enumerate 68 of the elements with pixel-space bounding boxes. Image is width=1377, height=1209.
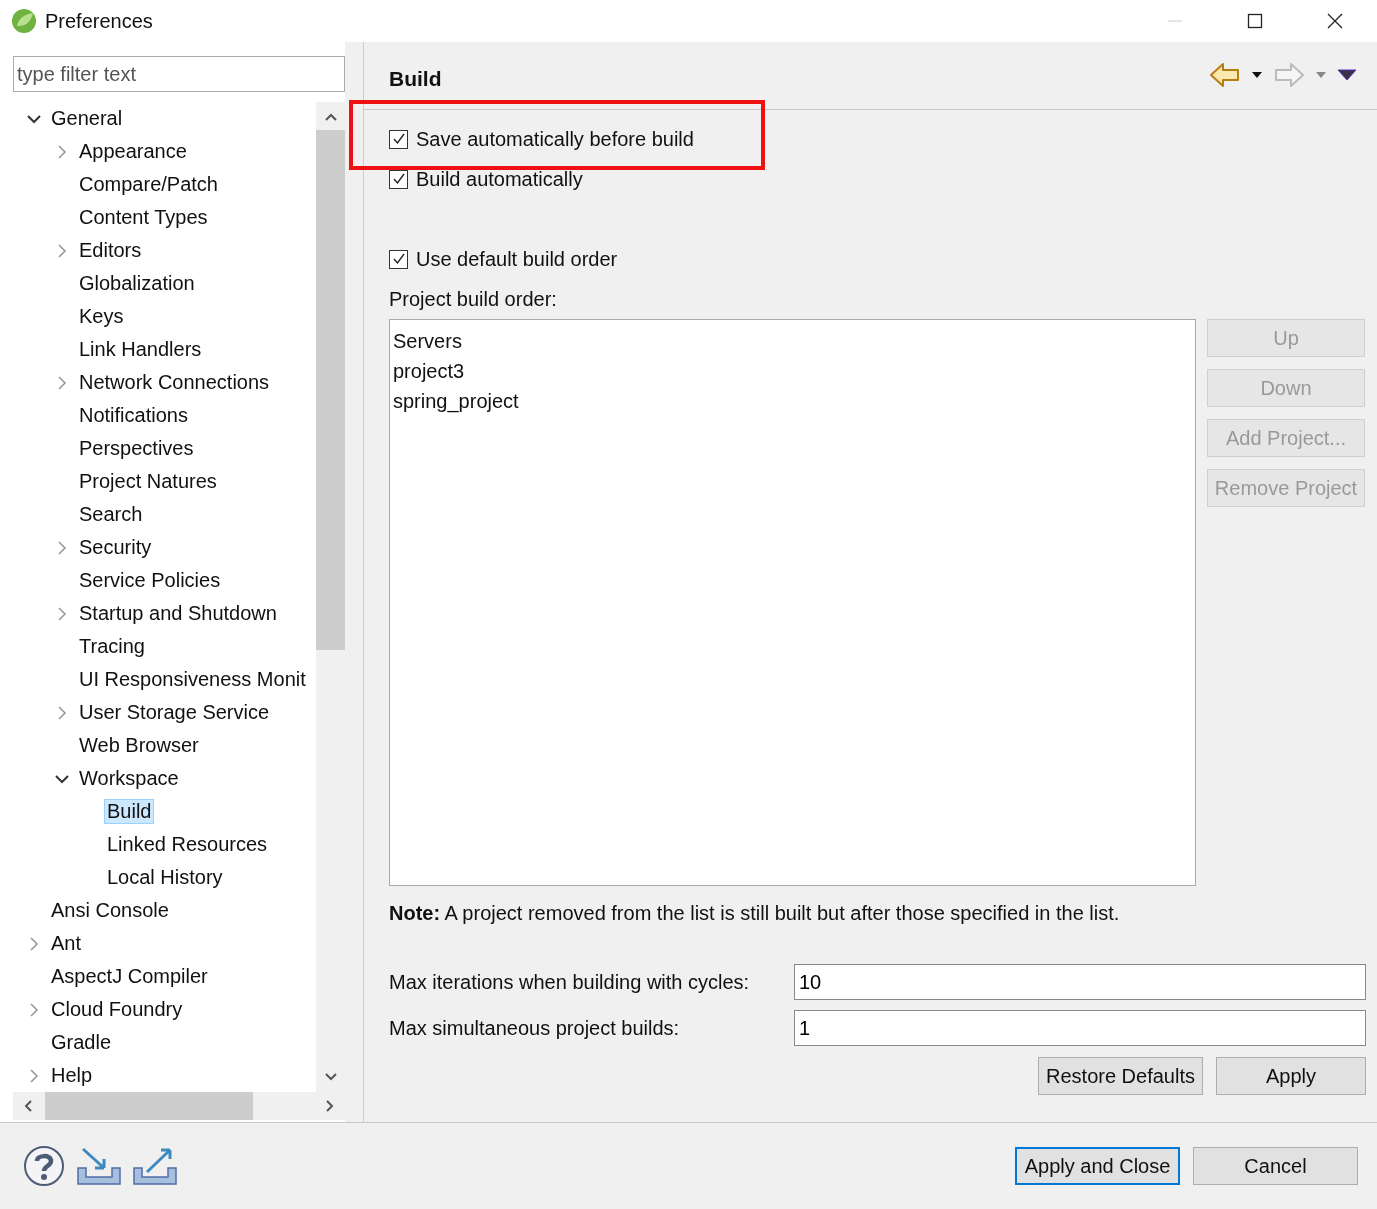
- tree-item[interactable]: Notifications: [76, 403, 191, 428]
- leaf-logo-icon: [11, 8, 37, 34]
- page-title: Build: [389, 66, 442, 91]
- page-button[interactable]: Restore Defaults: [1038, 1057, 1203, 1095]
- horizontal-scrollbar[interactable]: [13, 1092, 345, 1120]
- tree-item[interactable]: Ant: [48, 931, 85, 956]
- tree-item[interactable]: Link Handlers: [76, 337, 205, 362]
- tree-item[interactable]: General: [48, 106, 126, 131]
- tree-item[interactable]: Keys: [76, 304, 127, 329]
- tree-item[interactable]: Service Policies: [76, 568, 224, 593]
- number-field[interactable]: 10: [794, 964, 1366, 1000]
- checkbox[interactable]: [389, 249, 408, 269]
- scroll-down-icon[interactable]: [323, 1072, 338, 1082]
- field-label: Max simultaneous project builds:: [389, 1016, 681, 1040]
- tree-item[interactable]: Perspectives: [76, 436, 197, 461]
- tree-item[interactable]: Globalization: [76, 271, 198, 296]
- tree-item[interactable]: AspectJ Compiler: [48, 964, 211, 989]
- tree-item[interactable]: Startup and Shutdown: [76, 601, 280, 626]
- checkbox-label[interactable]: Use default build order: [416, 247, 618, 271]
- dialog-button[interactable]: Apply and Close: [1015, 1147, 1180, 1185]
- view-menu-icon[interactable]: [1337, 68, 1357, 81]
- tree-item[interactable]: Compare/Patch: [76, 172, 221, 197]
- tree-item[interactable]: Appearance: [76, 139, 190, 164]
- page-button[interactable]: Apply: [1216, 1057, 1366, 1095]
- tree-item[interactable]: Gradle: [48, 1030, 115, 1055]
- scroll-left-icon[interactable]: [23, 1099, 33, 1113]
- tree-item[interactable]: Workspace: [76, 766, 182, 791]
- vertical-scrollbar[interactable]: [316, 102, 345, 1092]
- tree-item[interactable]: Tracing: [76, 634, 148, 659]
- tree-item[interactable]: Linked Resources: [104, 832, 271, 857]
- scroll-up-icon[interactable]: [323, 112, 338, 122]
- checkbox[interactable]: [389, 129, 408, 149]
- tree-item[interactable]: Ansi Console: [48, 898, 172, 923]
- filter-field[interactable]: type filter text: [13, 56, 345, 92]
- window-title: Preferences: [45, 9, 153, 33]
- scroll-right-icon[interactable]: [325, 1099, 335, 1113]
- forward-arrow-icon[interactable]: [1273, 61, 1305, 88]
- tree-item[interactable]: Web Browser: [76, 733, 202, 758]
- import-icon[interactable]: [77, 1146, 121, 1186]
- tree-item[interactable]: Cloud Foundry: [48, 997, 186, 1022]
- dialog-button[interactable]: Cancel: [1193, 1147, 1358, 1185]
- note-text: Note: A project removed from the list is still built but after those specified in the list.: [389, 902, 1121, 926]
- maximize-icon[interactable]: [1247, 13, 1263, 29]
- number-field[interactable]: 1: [794, 1010, 1366, 1046]
- close-icon[interactable]: [1327, 13, 1343, 29]
- section-label: Project build order:: [389, 286, 558, 312]
- help-icon[interactable]: [23, 1145, 65, 1187]
- list-item[interactable]: Servers: [393, 326, 1192, 356]
- field-label: Max iterations when building with cycles:: [389, 970, 751, 994]
- project-list[interactable]: Servers project3 spring_project: [389, 319, 1196, 886]
- tree-item[interactable]: UI Responsiveness Monit: [76, 667, 309, 692]
- tree-item[interactable]: User Storage Service: [76, 700, 273, 725]
- list-item[interactable]: spring_project: [393, 386, 1192, 416]
- tree-item[interactable]: Search: [76, 502, 146, 527]
- tree-item[interactable]: Build: [104, 799, 155, 824]
- dropdown-caret-icon[interactable]: [1251, 70, 1263, 79]
- tree-item[interactable]: Security: [76, 535, 155, 560]
- tree-item[interactable]: Editors: [76, 238, 145, 263]
- tree-item[interactable]: Help: [48, 1063, 96, 1088]
- export-icon[interactable]: [133, 1146, 177, 1186]
- list-item[interactable]: project3: [393, 356, 1192, 386]
- checkbox-label[interactable]: Save automatically before build: [416, 127, 694, 151]
- back-arrow-icon[interactable]: [1209, 61, 1241, 88]
- tree-item[interactable]: Project Natures: [76, 469, 220, 494]
- checkbox-label[interactable]: Build automatically: [416, 167, 583, 191]
- tree-item[interactable]: Local History: [104, 865, 226, 890]
- tree-item[interactable]: Network Connections: [76, 370, 273, 395]
- tree-item[interactable]: Content Types: [76, 205, 211, 230]
